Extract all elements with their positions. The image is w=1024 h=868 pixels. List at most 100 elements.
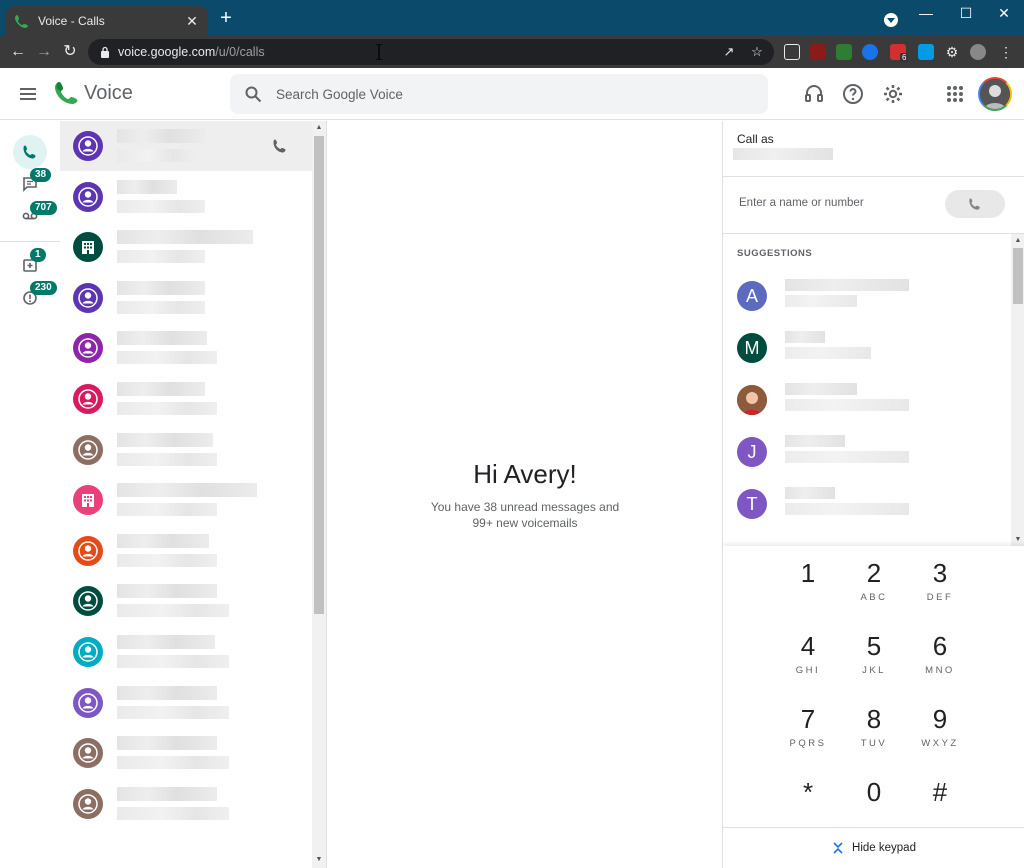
suggestion-number <box>785 451 909 463</box>
nav-calls[interactable] <box>13 135 47 169</box>
suggestions-scroll-thumb[interactable] <box>1013 248 1023 304</box>
profile-avatar-icon[interactable] <box>970 44 986 60</box>
suggestion-item[interactable]: J <box>723 429 1011 479</box>
keypad-key[interactable]: 2 ABC <box>844 558 904 618</box>
call-list-item[interactable] <box>60 627 312 677</box>
extension-calendar-icon[interactable]: 6 <box>890 44 909 62</box>
call-list-scroll-thumb[interactable] <box>314 136 324 614</box>
suggestion-item[interactable]: T <box>723 481 1011 531</box>
call-list-item[interactable] <box>60 425 312 475</box>
call-list-item[interactable] <box>60 222 312 272</box>
contact-name <box>117 230 253 245</box>
call-list-item[interactable] <box>60 172 312 222</box>
app-name: Voice <box>84 81 133 104</box>
call-details <box>117 250 205 264</box>
hide-keypad-button[interactable]: Hide keypad <box>723 827 1024 868</box>
back-icon[interactable]: ← <box>6 40 30 64</box>
keypad-key[interactable]: 7 PQRS <box>778 704 838 764</box>
account-avatar[interactable] <box>978 77 1012 111</box>
call-list-item[interactable] <box>60 121 312 171</box>
keypad-key[interactable]: 9 WXYZ <box>910 704 970 764</box>
tab-search-icon[interactable] <box>884 13 898 27</box>
person-avatar-icon <box>73 131 103 161</box>
call-as-number[interactable] <box>733 148 833 160</box>
contact-name <box>117 483 257 498</box>
suggestion-number <box>785 399 909 411</box>
divider <box>723 176 1024 177</box>
call-list-item[interactable] <box>60 273 312 323</box>
search-icon[interactable] <box>244 85 262 103</box>
contact-name <box>117 786 217 801</box>
messages-badge: 38 <box>30 168 52 182</box>
main-menu-icon[interactable] <box>16 82 40 106</box>
browser-tab[interactable]: Voice - Calls ✕ <box>6 6 208 36</box>
app-header: Voice <box>0 68 1024 120</box>
scroll-up-icon[interactable]: ▲ <box>1011 235 1024 247</box>
bookmark-star-icon[interactable]: ☆ <box>750 44 764 60</box>
suggestion-item[interactable] <box>723 377 1011 427</box>
apps-grid-icon[interactable] <box>943 82 967 106</box>
address-bar[interactable]: voice.google.com/u/0/calls ↗ ☆ <box>88 39 774 65</box>
reader-extension-icon[interactable] <box>784 44 800 60</box>
keypad-key[interactable]: 3 DEF <box>910 558 970 618</box>
call-details <box>117 402 217 415</box>
browser-tab-bar: Voice - Calls ✕ + — ☐ ✕ <box>0 0 1024 36</box>
minimize-icon[interactable]: — <box>906 0 946 28</box>
extension-grid-icon[interactable] <box>836 44 852 60</box>
voice-logo[interactable]: Voice <box>54 80 133 106</box>
call-list-item[interactable] <box>60 779 312 829</box>
keypad-key[interactable]: 4 GHI <box>778 631 838 691</box>
settings-gear-icon[interactable] <box>881 82 905 106</box>
maximize-icon[interactable]: ☐ <box>946 0 986 28</box>
headset-icon[interactable] <box>802 82 826 106</box>
help-icon[interactable] <box>841 82 865 106</box>
extension-window-icon[interactable] <box>918 44 934 60</box>
extension-blue-icon[interactable] <box>862 44 878 60</box>
keypad-key[interactable]: 8 TUV <box>844 704 904 764</box>
scroll-up-icon[interactable]: ▲ <box>312 122 326 134</box>
dial-number-input[interactable] <box>739 197 929 209</box>
call-details <box>117 199 205 213</box>
extensions-puzzle-icon[interactable]: ⚙ <box>944 44 960 60</box>
call-details <box>117 705 229 719</box>
suggestion-item[interactable]: A <box>723 273 1011 323</box>
call-back-icon[interactable] <box>272 138 288 154</box>
key-digit: 8 <box>866 704 882 734</box>
keypad-key[interactable]: 5 JKL <box>844 631 904 691</box>
call-list-item[interactable] <box>60 475 312 525</box>
call-details <box>117 351 217 365</box>
keypad-key[interactable]: 6 MNO <box>910 631 970 691</box>
browser-menu-icon[interactable]: ⋮ <box>998 44 1014 60</box>
call-list-item[interactable] <box>60 374 312 424</box>
reload-icon[interactable]: ↻ <box>58 40 82 64</box>
suggestion-number <box>785 347 871 359</box>
keypad-key[interactable]: 1 <box>778 558 838 618</box>
extension-badge: 6 <box>900 53 909 62</box>
center-panel: Hi Avery! You have 38 unread messages an… <box>326 121 722 868</box>
scroll-down-icon[interactable]: ▼ <box>1011 534 1024 546</box>
call-list-item[interactable] <box>60 728 312 778</box>
window-close-icon[interactable]: ✕ <box>984 0 1024 28</box>
open-external-icon[interactable]: ↗ <box>722 44 736 60</box>
scroll-down-icon[interactable]: ▼ <box>312 854 326 866</box>
spam-badge: 230 <box>30 281 57 295</box>
tab-close-icon[interactable]: ✕ <box>184 13 200 30</box>
dial-call-button[interactable] <box>945 190 1005 218</box>
suggestion-item[interactable]: M <box>723 325 1011 375</box>
person-avatar-icon <box>73 788 103 819</box>
forward-icon[interactable]: → <box>32 40 56 64</box>
call-list-item[interactable] <box>60 678 312 728</box>
hide-keypad-label: Hide keypad <box>852 842 916 854</box>
nav-rail: 38 707 1 230 <box>0 121 60 868</box>
suggestion-name <box>785 487 835 499</box>
search-bar[interactable] <box>230 74 768 114</box>
call-list-item[interactable] <box>60 323 312 373</box>
summary-line-1: You have 38 unread messages and <box>430 500 620 514</box>
person-avatar-icon <box>73 181 103 212</box>
new-tab-button[interactable]: + <box>216 8 236 28</box>
call-list-item[interactable] <box>60 576 312 626</box>
search-input[interactable] <box>276 86 736 102</box>
call-list-item[interactable] <box>60 526 312 576</box>
voicemail-badge: 707 <box>30 201 57 215</box>
extension-red-icon[interactable] <box>810 44 826 60</box>
